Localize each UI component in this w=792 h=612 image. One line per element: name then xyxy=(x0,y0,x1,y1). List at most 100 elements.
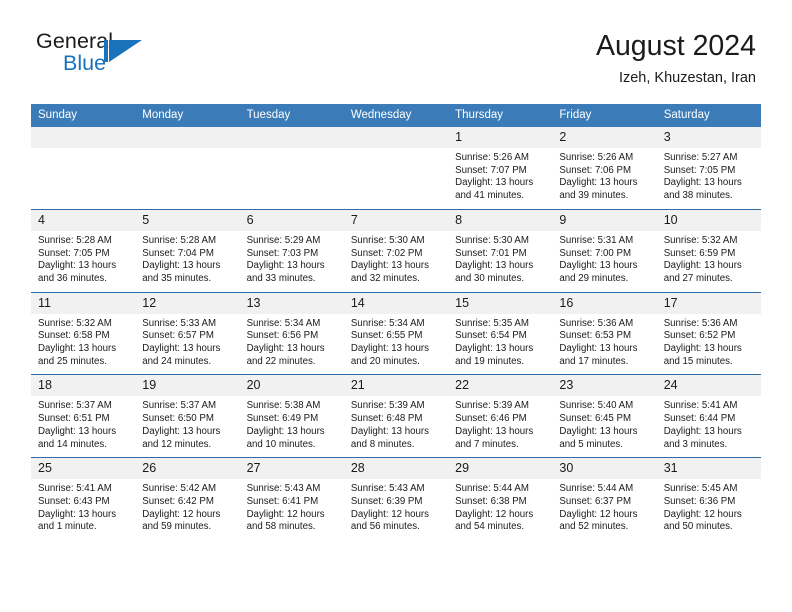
calendar-day-cell[interactable]: 2 Sunrise: 5:26 AM Sunset: 7:06 PM Daylight… xyxy=(552,127,657,210)
day-info-line: Sunrise: 5:32 AM xyxy=(38,317,112,329)
calendar-cell-empty xyxy=(135,127,240,210)
day-info-line: Sunset: 6:58 PM xyxy=(38,330,110,342)
calendar-day-cell[interactable]: 8 Sunrise: 5:30 AM Sunset: 7:01 PM Daylight… xyxy=(448,208,553,293)
day-number: 13 xyxy=(239,292,344,314)
day-info-line: Daylight: 13 hours xyxy=(455,343,534,355)
calendar-day-cell[interactable]: 26 Sunrise: 5:42 AM Sunset: 6:42 PM Dayligh… xyxy=(135,457,240,541)
day-info-line: and 12 minutes. xyxy=(142,438,212,450)
day-info-line: and 32 minutes. xyxy=(350,272,420,284)
calendar-day-cell[interactable]: 31 Sunrise: 5:45 AM Sunset: 6:36 PM Dayligh… xyxy=(656,457,761,541)
day-info-line: Sunrise: 5:28 AM xyxy=(38,234,112,246)
calendar-day-cell[interactable]: 17 Sunrise: 5:36 AM Sunset: 6:52 PM Dayligh… xyxy=(656,291,761,375)
day-info-line: Daylight: 13 hours xyxy=(38,260,117,272)
day-info-line: Sunset: 6:48 PM xyxy=(350,413,423,425)
calendar-day-cell[interactable]: 16 Sunrise: 5:36 AM Sunset: 6:53 PM Dayligh… xyxy=(552,291,657,375)
day-info-line: and 59 minutes. xyxy=(142,521,212,533)
calendar-day-cell[interactable]: 19 Sunrise: 5:37 AM Sunset: 6:50 PM Dayligh… xyxy=(135,374,240,458)
day-info-line: Sunset: 6:43 PM xyxy=(38,495,110,507)
day-info-line: Sunset: 6:36 PM xyxy=(663,495,736,507)
day-info-line: Sunrise: 5:27 AM xyxy=(663,152,738,163)
day-sun-info: Sunrise: 5:39 AM Sunset: 6:46 PM Daylight:… xyxy=(448,396,552,457)
day-info-line: Sunset: 7:01 PM xyxy=(455,247,527,259)
day-info-line: and 41 minutes. xyxy=(455,190,525,202)
calendar-day-cell[interactable]: 12 Sunrise: 5:33 AM Sunset: 6:57 PM Dayligh… xyxy=(135,291,240,375)
day-info-line: Sunrise: 5:43 AM xyxy=(350,483,425,495)
day-sun-info: Sunrise: 5:33 AM Sunset: 6:57 PM Daylight:… xyxy=(135,314,239,375)
calendar-day-cell[interactable]: 29 Sunrise: 5:44 AM Sunset: 6:38 PM Dayligh… xyxy=(448,457,553,541)
calendar-day-cell[interactable]: 24 Sunrise: 5:41 AM Sunset: 6:44 PM Dayligh… xyxy=(656,374,761,458)
day-info-line: Sunset: 7:06 PM xyxy=(559,164,632,176)
brand-logo[interactable]: General Blue xyxy=(36,28,236,84)
day-info-line: Daylight: 13 hours xyxy=(663,425,742,437)
day-info-line: and 56 minutes. xyxy=(350,521,420,533)
day-info-line: and 17 minutes. xyxy=(559,355,629,367)
day-info-line: Daylight: 13 hours xyxy=(142,260,221,272)
calendar-day-cell[interactable]: 25 Sunrise: 5:41 AM Sunset: 6:43 PM Dayligh… xyxy=(31,457,136,541)
day-info-line: and 14 minutes. xyxy=(38,438,107,450)
day-info-line: and 27 minutes. xyxy=(663,272,733,284)
day-info-line: and 10 minutes. xyxy=(246,438,316,450)
calendar-day-cell[interactable]: 1 Sunrise: 5:26 AM Sunset: 7:07 PM Daylight… xyxy=(448,127,553,210)
day-sun-info: Sunrise: 5:45 AM Sunset: 6:36 PM Daylight:… xyxy=(657,479,761,540)
day-info-line: Sunrise: 5:30 AM xyxy=(350,234,425,246)
weekday-header-friday: Friday xyxy=(552,104,657,127)
day-info-line: and 54 minutes. xyxy=(455,521,525,533)
day-info-line: Sunrise: 5:31 AM xyxy=(559,234,634,246)
day-number: 7 xyxy=(343,209,449,231)
day-sun-info: Sunrise: 5:43 AM Sunset: 6:39 PM Daylight:… xyxy=(344,479,448,540)
day-info-line: Daylight: 13 hours xyxy=(350,425,429,437)
day-info-line: and 24 minutes. xyxy=(142,355,212,367)
day-info-line: Sunrise: 5:44 AM xyxy=(455,483,529,495)
calendar-body: 1 Sunrise: 5:26 AM Sunset: 7:07 PM Daylight… xyxy=(31,127,761,541)
calendar-day-cell[interactable]: 5 Sunrise: 5:28 AM Sunset: 7:04 PM Daylight… xyxy=(135,208,240,293)
calendar-cell-empty xyxy=(343,127,449,210)
day-number: 9 xyxy=(552,209,657,231)
day-info-line: Daylight: 13 hours xyxy=(38,425,117,437)
calendar-day-cell[interactable]: 15 Sunrise: 5:35 AM Sunset: 6:54 PM Dayligh… xyxy=(448,291,553,375)
day-info-line: Sunset: 7:03 PM xyxy=(246,247,319,259)
day-info-line: Sunset: 6:54 PM xyxy=(455,330,527,342)
day-sun-info xyxy=(344,148,448,205)
calendar-day-cell[interactable]: 4 Sunrise: 5:28 AM Sunset: 7:05 PM Daylight… xyxy=(31,208,136,293)
day-number: 30 xyxy=(552,458,657,480)
day-info-line: Daylight: 13 hours xyxy=(663,260,742,272)
day-info-line: Sunrise: 5:41 AM xyxy=(38,483,112,495)
weekday-header-thursday: Thursday xyxy=(448,104,553,127)
calendar-day-cell[interactable]: 30 Sunrise: 5:44 AM Sunset: 6:37 PM Dayligh… xyxy=(552,457,657,541)
day-sun-info: Sunrise: 5:41 AM Sunset: 6:44 PM Daylight:… xyxy=(657,396,761,457)
calendar-day-cell[interactable]: 13 Sunrise: 5:34 AM Sunset: 6:56 PM Dayligh… xyxy=(239,291,344,375)
day-sun-info: Sunrise: 5:28 AM Sunset: 7:04 PM Daylight:… xyxy=(135,231,239,292)
calendar-day-cell[interactable]: 21 Sunrise: 5:39 AM Sunset: 6:48 PM Dayligh… xyxy=(343,374,449,458)
day-info-line: Sunrise: 5:40 AM xyxy=(559,400,634,412)
calendar-day-cell[interactable]: 3 Sunrise: 5:27 AM Sunset: 7:05 PM Daylight… xyxy=(656,127,761,210)
day-sun-info: Sunrise: 5:31 AM Sunset: 7:00 PM Daylight:… xyxy=(552,231,656,292)
day-number: 19 xyxy=(135,375,240,397)
day-sun-info: Sunrise: 5:38 AM Sunset: 6:49 PM Daylight:… xyxy=(240,396,344,457)
day-info-line: Daylight: 13 hours xyxy=(246,425,325,437)
calendar-day-cell[interactable]: 28 Sunrise: 5:43 AM Sunset: 6:39 PM Dayligh… xyxy=(343,457,449,541)
day-info-line: Sunrise: 5:36 AM xyxy=(559,317,634,329)
calendar-week-row: 25 Sunrise: 5:41 AM Sunset: 6:43 PM Dayligh… xyxy=(31,457,761,541)
calendar-day-cell[interactable]: 9 Sunrise: 5:31 AM Sunset: 7:00 PM Daylight… xyxy=(552,208,657,293)
day-info-line: Sunrise: 5:32 AM xyxy=(663,234,738,246)
calendar-day-cell[interactable]: 20 Sunrise: 5:38 AM Sunset: 6:49 PM Dayligh… xyxy=(239,374,344,458)
day-info-line: Daylight: 12 hours xyxy=(142,508,221,520)
day-info-line: and 5 minutes. xyxy=(559,438,623,450)
day-info-line: Sunset: 6:46 PM xyxy=(455,413,527,425)
day-info-line: and 15 minutes. xyxy=(663,355,733,367)
day-sun-info: Sunrise: 5:30 AM Sunset: 7:01 PM Daylight:… xyxy=(448,231,552,292)
calendar-day-cell[interactable]: 22 Sunrise: 5:39 AM Sunset: 6:46 PM Dayligh… xyxy=(448,374,553,458)
calendar-day-cell[interactable]: 10 Sunrise: 5:32 AM Sunset: 6:59 PM Dayligh… xyxy=(656,208,761,293)
day-info-line: and 58 minutes. xyxy=(246,521,316,533)
calendar-day-cell[interactable]: 7 Sunrise: 5:30 AM Sunset: 7:02 PM Daylight… xyxy=(343,208,449,293)
day-info-line: Daylight: 13 hours xyxy=(246,260,325,272)
calendar-day-cell[interactable]: 23 Sunrise: 5:40 AM Sunset: 6:45 PM Dayligh… xyxy=(552,374,657,458)
day-info-line: Sunrise: 5:37 AM xyxy=(142,400,217,412)
calendar-day-cell[interactable]: 27 Sunrise: 5:43 AM Sunset: 6:41 PM Dayligh… xyxy=(239,457,344,541)
calendar-day-cell[interactable]: 11 Sunrise: 5:32 AM Sunset: 6:58 PM Dayligh… xyxy=(31,291,136,375)
day-info-line: and 7 minutes. xyxy=(455,438,519,450)
calendar-day-cell[interactable]: 18 Sunrise: 5:37 AM Sunset: 6:51 PM Dayligh… xyxy=(31,374,136,458)
page-title: August 2024 xyxy=(595,30,756,62)
calendar-day-cell[interactable]: 14 Sunrise: 5:34 AM Sunset: 6:55 PM Dayligh… xyxy=(343,291,449,375)
calendar-day-cell[interactable]: 6 Sunrise: 5:29 AM Sunset: 7:03 PM Daylight… xyxy=(239,208,344,293)
